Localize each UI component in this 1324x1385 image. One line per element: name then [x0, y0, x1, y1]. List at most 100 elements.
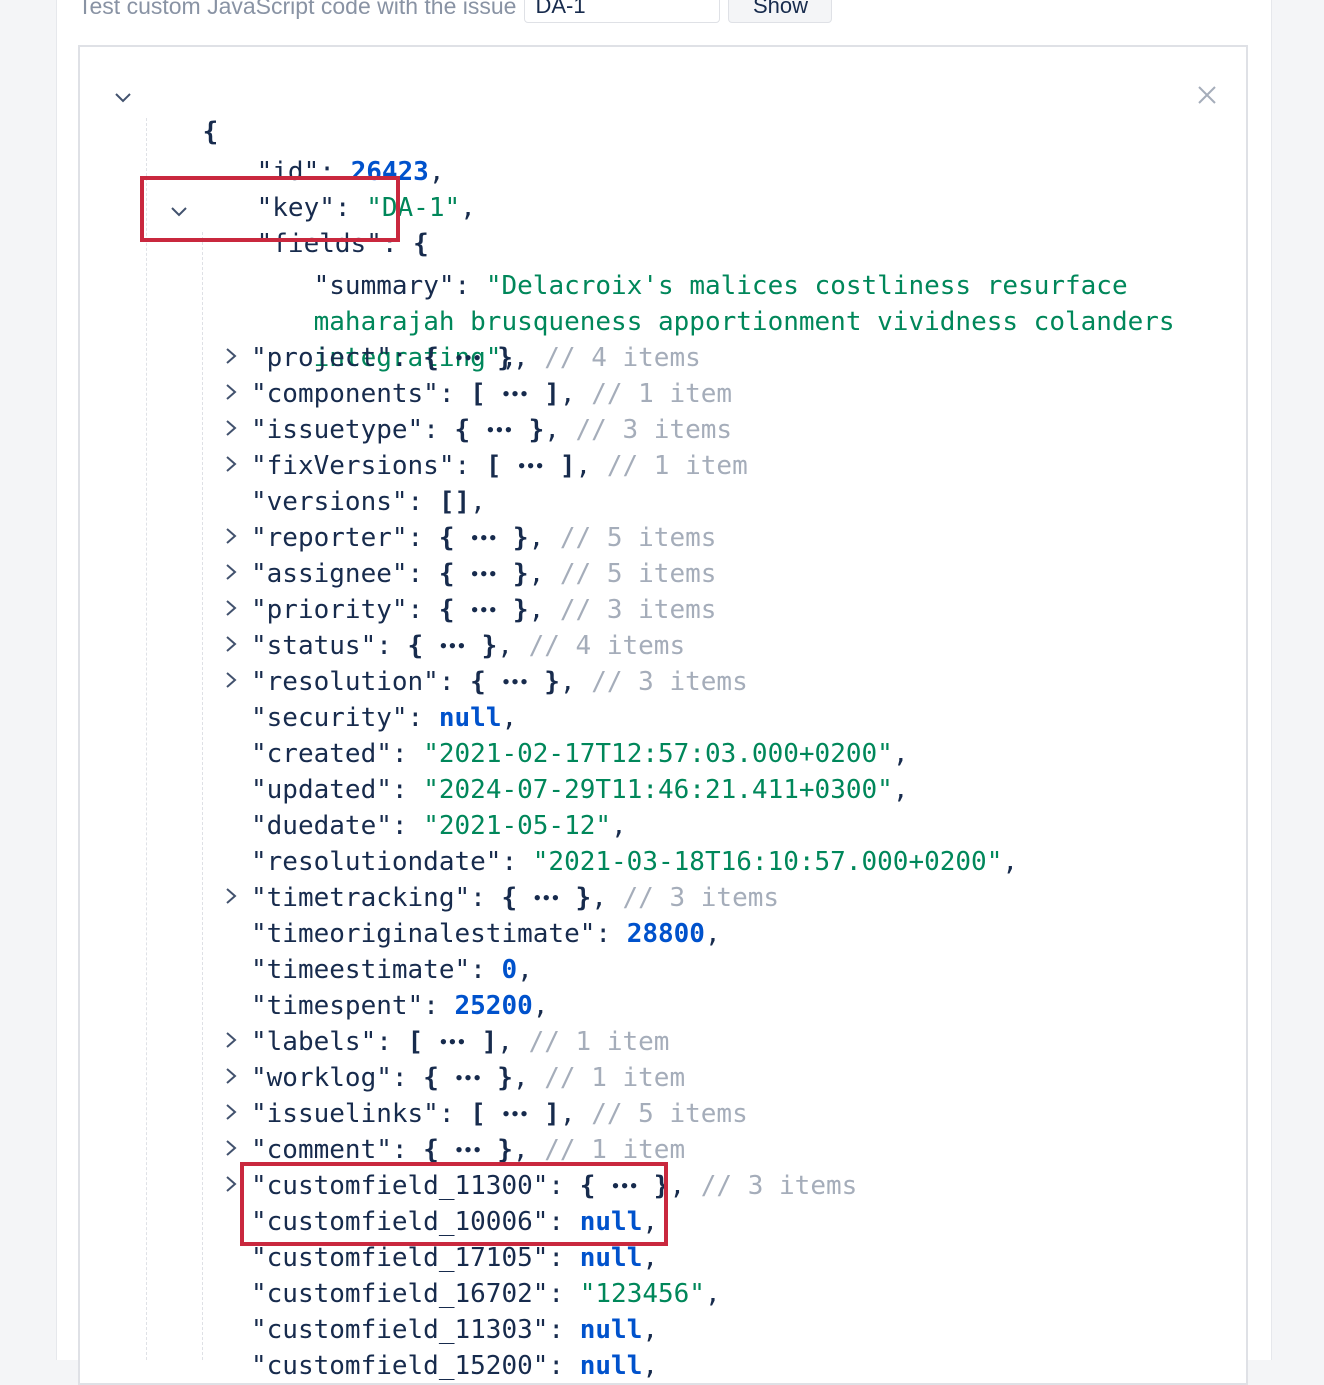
- chevron-right-icon[interactable]: [222, 599, 240, 617]
- json-value: "123456": [579, 1279, 705, 1309]
- json-value: null: [579, 1351, 643, 1381]
- json-entry: "assignee": { ••• }, // 5 items: [251, 559, 717, 589]
- chevron-right-icon[interactable]: [222, 1067, 240, 1085]
- json-entry: "versions": [],: [251, 487, 486, 517]
- ellipsis-icon[interactable]: •••: [455, 350, 482, 368]
- collapsed-close-bracket[interactable]: }: [513, 595, 529, 625]
- collapsed-close-bracket[interactable]: }: [529, 415, 545, 445]
- ellipsis-icon[interactable]: •••: [455, 1142, 482, 1160]
- json-entry: "resolutiondate": "2021-03-18T16:10:57.0…: [251, 847, 1019, 877]
- collapsed-close-bracket[interactable]: }: [497, 1135, 513, 1165]
- json-value: "2021-03-18T16:10:57.000+0200": [532, 847, 1003, 877]
- ellipsis-icon[interactable]: •••: [470, 530, 497, 548]
- json-entry: "priority": { ••• }, // 3 items: [251, 595, 717, 625]
- collapsed-close-bracket[interactable]: ]: [482, 1027, 498, 1057]
- collapsed-close-bracket[interactable]: ]: [544, 1099, 560, 1129]
- collapsed-open-bracket[interactable]: {: [501, 883, 517, 913]
- item-count-comment: // 1 item: [544, 1135, 686, 1165]
- ellipsis-icon[interactable]: •••: [455, 1070, 482, 1088]
- ellipsis-icon[interactable]: •••: [517, 458, 544, 476]
- collapsed-close-bracket[interactable]: }: [482, 631, 498, 661]
- ellipsis-icon[interactable]: •••: [533, 890, 560, 908]
- chevron-down-icon[interactable]: [114, 88, 132, 106]
- collapsed-open-bracket[interactable]: {: [439, 523, 455, 553]
- chevron-right-icon[interactable]: [222, 419, 240, 437]
- ellipsis-icon[interactable]: •••: [501, 674, 528, 692]
- ellipsis-icon[interactable]: •••: [501, 1106, 528, 1124]
- ellipsis-icon[interactable]: •••: [439, 1034, 466, 1052]
- json-value: 0: [501, 955, 518, 985]
- chevron-right-icon[interactable]: [222, 1103, 240, 1121]
- highlight-box-fields: [140, 176, 400, 242]
- chevron-right-icon[interactable]: [222, 563, 240, 581]
- ellipsis-icon[interactable]: •••: [486, 422, 513, 440]
- json-entry: "customfield_15200": null,: [251, 1351, 659, 1381]
- json-entry: "status": { ••• }, // 4 items: [251, 631, 686, 661]
- json-entry: "customfield_11303": null,: [251, 1315, 659, 1345]
- collapsed-close-bracket[interactable]: }: [497, 1063, 513, 1093]
- collapsed-close-bracket[interactable]: }: [576, 883, 592, 913]
- collapsed-open-bracket[interactable]: {: [470, 667, 486, 697]
- collapsed-open-bracket[interactable]: {: [423, 1135, 439, 1165]
- item-count-comment: // 5 items: [559, 523, 717, 553]
- chevron-right-icon[interactable]: [222, 455, 240, 473]
- collapsed-open-bracket[interactable]: {: [408, 631, 424, 661]
- collapsed-close-bracket[interactable]: }: [497, 343, 513, 373]
- json-entry: "timeestimate": 0,: [251, 955, 533, 985]
- json-entry: "fixVersions": [ ••• ], // 1 item: [251, 451, 748, 481]
- show-button[interactable]: Show: [728, 0, 833, 23]
- collapsed-close-bracket[interactable]: ]: [560, 451, 576, 481]
- json-entry: "project": { ••• }, // 4 items: [251, 343, 701, 373]
- ellipsis-icon[interactable]: •••: [470, 566, 497, 584]
- ellipsis-icon[interactable]: •••: [439, 638, 466, 656]
- json-entry: "timetracking": { ••• }, // 3 items: [251, 883, 780, 913]
- collapsed-open-bracket[interactable]: {: [439, 595, 455, 625]
- json-entry: "customfield_16702": "123456",: [251, 1279, 721, 1309]
- item-count-comment: // 1 item: [591, 379, 733, 409]
- collapsed-close-bracket[interactable]: }: [513, 559, 529, 589]
- collapsed-open-bracket[interactable]: [: [408, 1027, 424, 1057]
- collapsed-open-bracket[interactable]: {: [439, 559, 455, 589]
- json-entry: "duedate": "2021-05-12",: [251, 811, 627, 841]
- ellipsis-icon[interactable]: •••: [470, 602, 497, 620]
- chevron-right-icon[interactable]: [222, 383, 240, 401]
- json-entry-id: "id": 26423,: [256, 157, 445, 187]
- collapsed-open-bracket[interactable]: {: [423, 343, 439, 373]
- chevron-right-icon[interactable]: [222, 635, 240, 653]
- chevron-right-icon[interactable]: [222, 1139, 240, 1157]
- collapsed-close-bracket[interactable]: }: [513, 523, 529, 553]
- ellipsis-icon[interactable]: •••: [501, 386, 528, 404]
- collapsed-open-bracket[interactable]: {: [455, 415, 471, 445]
- item-count-comment: // 5 items: [559, 559, 717, 589]
- json-entry: "security": null,: [251, 703, 518, 733]
- json-value: null: [438, 703, 502, 733]
- collapsed-open-bracket[interactable]: [: [486, 451, 502, 481]
- json-entry: "updated": "2024-07-29T11:46:21.411+0300…: [251, 775, 909, 805]
- json-entry: "timespent": 25200,: [251, 991, 549, 1021]
- collapsed-open-bracket[interactable]: [: [470, 379, 486, 409]
- item-count-comment: // 1 item: [544, 1063, 686, 1093]
- issue-key-input[interactable]: [524, 0, 721, 23]
- summary-continuation: maharajah brusqueness apportionment vivi…: [313, 307, 1175, 337]
- item-count-comment: // 3 items: [559, 595, 717, 625]
- chevron-right-icon[interactable]: [222, 1175, 240, 1193]
- item-count-comment: // 1 item: [606, 451, 748, 481]
- summary-continuation: integrating",: [313, 343, 518, 373]
- item-count-comment: // 4 items: [544, 343, 701, 373]
- chevron-right-icon[interactable]: [222, 671, 240, 689]
- test-label: Test custom JavaScript code with the iss…: [78, 0, 517, 19]
- collapsed-open-bracket[interactable]: {: [423, 1063, 439, 1093]
- json-entry: "components": [ ••• ], // 1 item: [251, 379, 733, 409]
- chevron-right-icon[interactable]: [222, 1031, 240, 1049]
- json-value: "2021-05-12": [423, 811, 612, 841]
- chevron-right-icon[interactable]: [222, 527, 240, 545]
- item-count-comment: // 4 items: [528, 631, 686, 661]
- collapsed-open-bracket[interactable]: [: [470, 1099, 486, 1129]
- close-icon[interactable]: [1196, 84, 1218, 106]
- json-entry: "timeoriginalestimate": 28800,: [251, 919, 721, 949]
- collapsed-close-bracket[interactable]: ]: [544, 379, 560, 409]
- collapsed-close-bracket[interactable]: }: [544, 667, 560, 697]
- root-open-brace: {: [202, 117, 219, 147]
- chevron-right-icon[interactable]: [222, 347, 240, 365]
- chevron-right-icon[interactable]: [222, 887, 240, 905]
